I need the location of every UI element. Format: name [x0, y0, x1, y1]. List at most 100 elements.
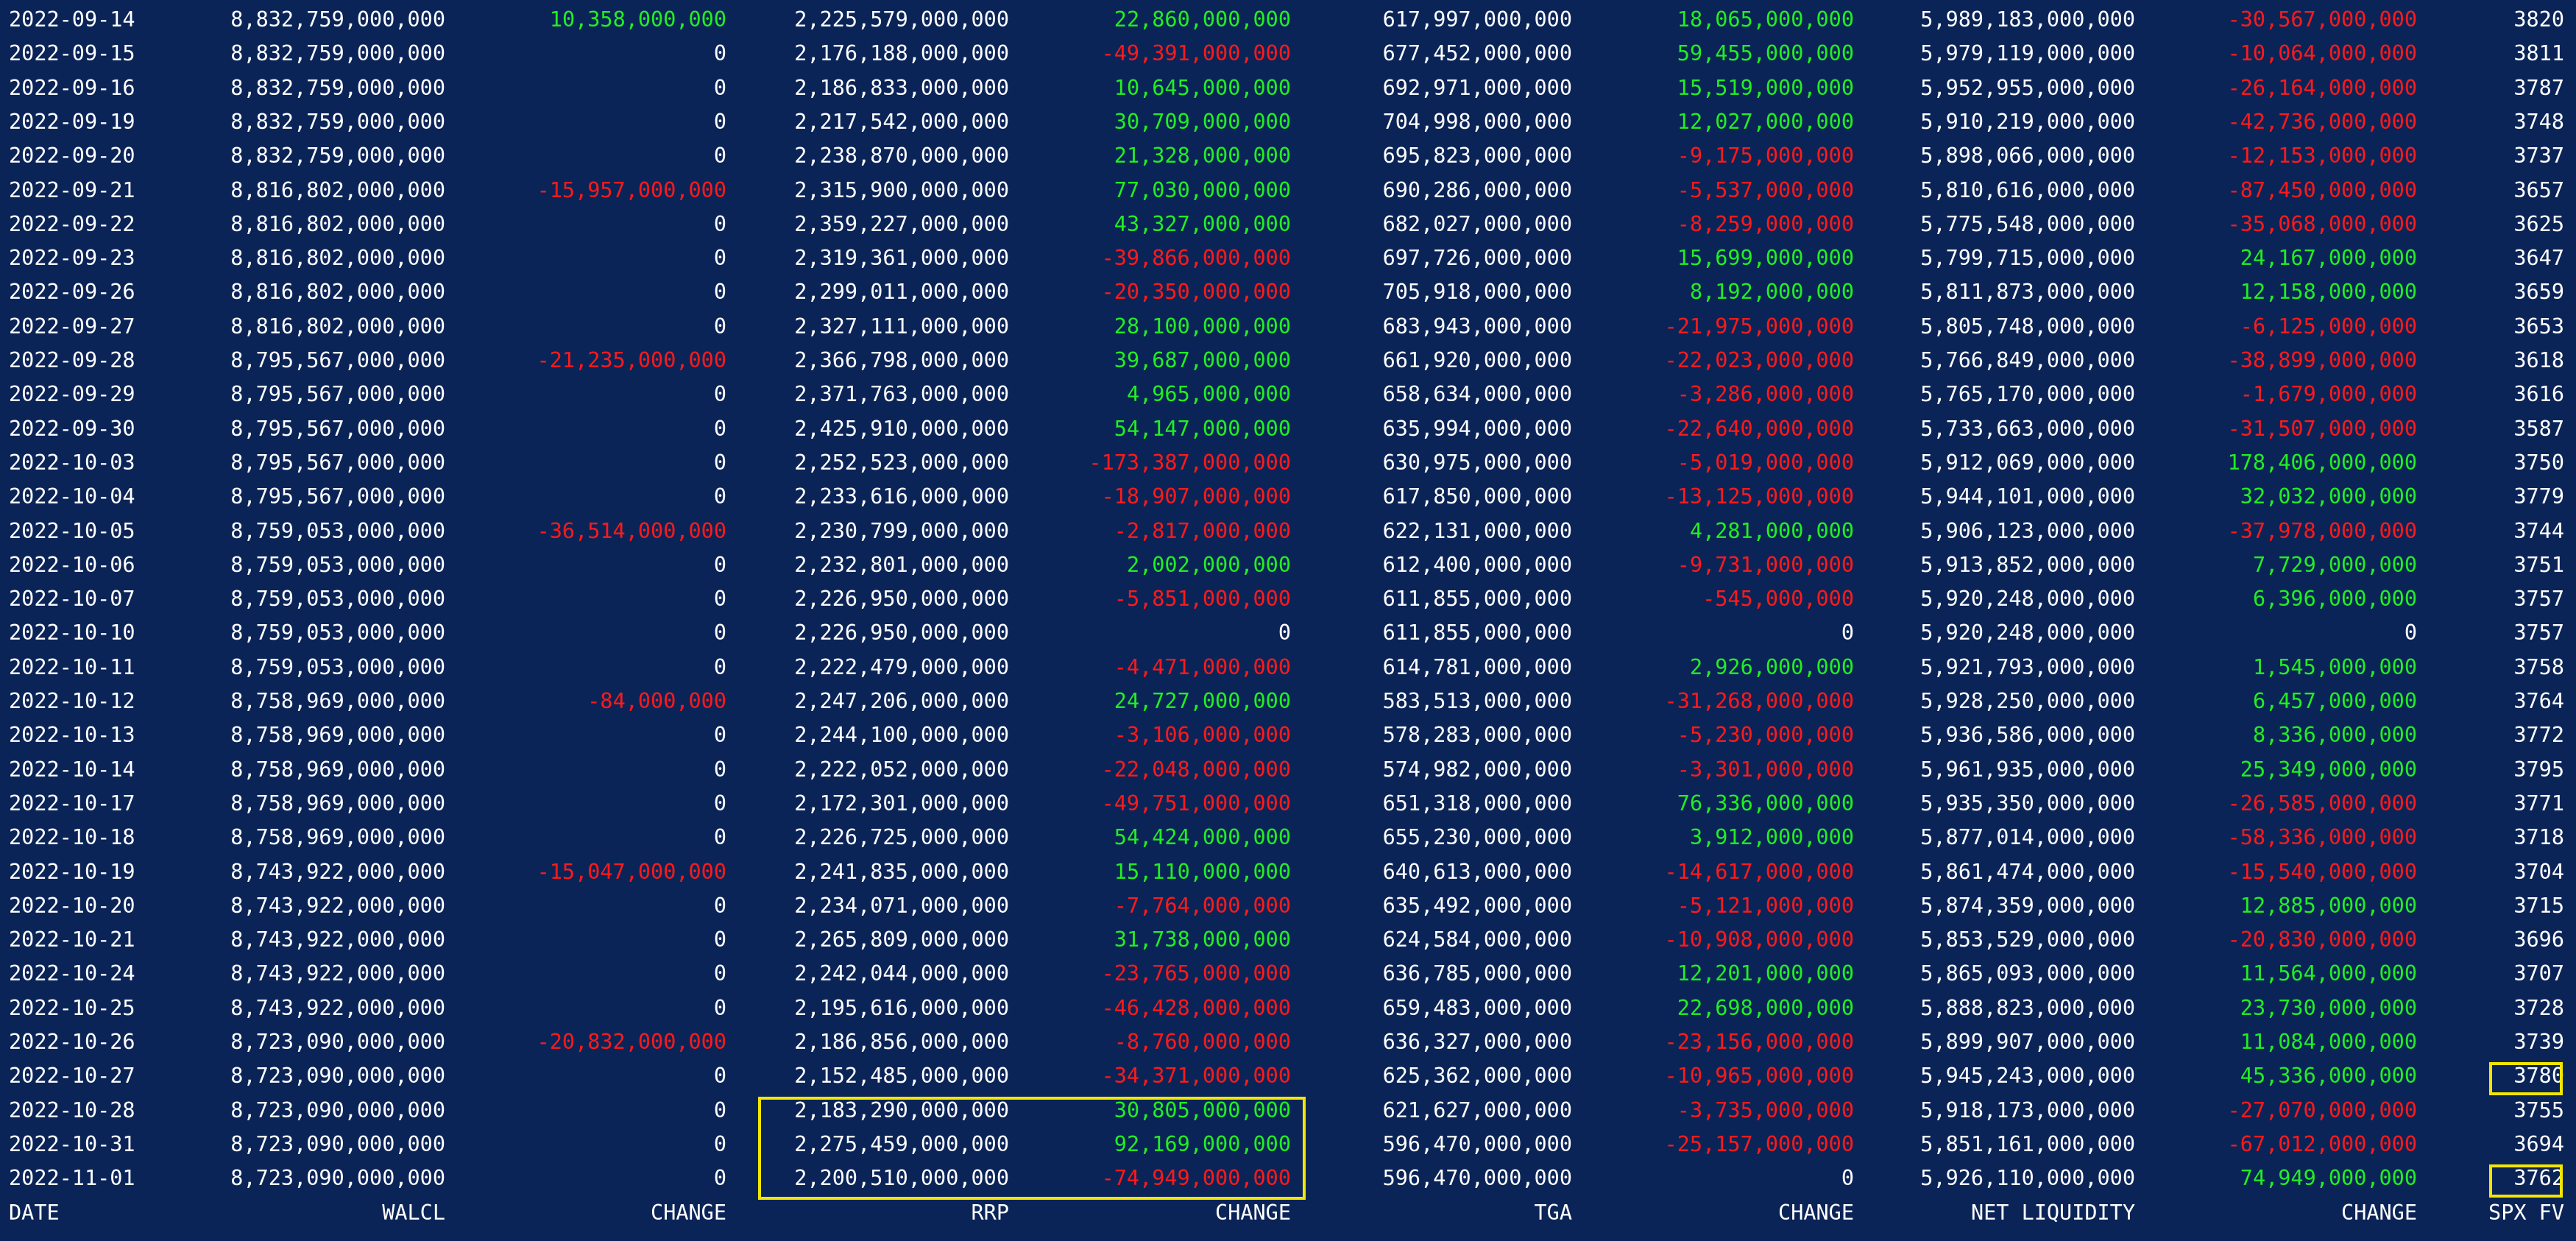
cell-walcl: 8,723,090,000,000: [230, 1166, 445, 1191]
cell-net-liquidity: 5,989,183,000,000: [1920, 7, 2135, 32]
cell-tga-change: 8,192,000,000: [1689, 280, 1854, 305]
cell-rrp: 2,226,725,000,000: [794, 825, 1009, 850]
cell-walcl-change: 10,358,000,000: [549, 7, 726, 32]
cell-walcl: 8,816,802,000,000: [230, 314, 445, 339]
cell-tga-change: 15,519,000,000: [1677, 75, 1854, 100]
cell-net-liquidity-change: 24,167,000,000: [2240, 246, 2417, 271]
cell-walcl: 8,743,922,000,000: [230, 961, 445, 986]
cell-walcl: 8,795,567,000,000: [230, 484, 445, 509]
cell-walcl-change: 0: [713, 450, 726, 475]
cell-tga-change: -22,640,000,000: [1664, 416, 1854, 441]
cell-net-liquidity: 5,898,066,000,000: [1920, 144, 2135, 169]
cell-walcl: 8,723,090,000,000: [230, 1030, 445, 1054]
cell-tga-change: 12,201,000,000: [1677, 961, 1854, 986]
cell-tga-change: -8,259,000,000: [1677, 211, 1854, 236]
cell-spx-fv: 3787: [2513, 75, 2564, 100]
cell-date: 2022-10-24: [9, 961, 135, 986]
cell-tga: 636,785,000,000: [1382, 961, 1572, 986]
cell-rrp: 2,226,950,000,000: [794, 620, 1009, 646]
cell-tga-change: -545,000,000: [1702, 587, 1854, 612]
cell-date: 2022-10-17: [9, 791, 135, 816]
cell-net-liquidity: 5,910,219,000,000: [1920, 109, 2135, 134]
cell-net-liquidity-change: -42,736,000,000: [2227, 109, 2417, 134]
cell-rrp: 2,186,833,000,000: [794, 75, 1009, 100]
cell-rrp: 2,242,044,000,000: [794, 961, 1009, 986]
cell-rrp-change: -8,760,000,000: [1114, 1030, 1291, 1054]
cell-spx-fv: 3755: [2513, 1097, 2564, 1122]
cell-spx-fv: 3744: [2513, 518, 2564, 543]
cell-tga: 622,131,000,000: [1382, 518, 1572, 543]
cell-walcl-change: 0: [713, 587, 726, 612]
cell-rrp-change: 43,327,000,000: [1114, 211, 1291, 236]
cell-tga-change: 18,065,000,000: [1677, 7, 1854, 32]
highlight-box-spx-fv-1027: [2489, 1062, 2563, 1095]
cell-rrp-change: 10,645,000,000: [1114, 75, 1291, 100]
cell-date: 2022-10-28: [9, 1097, 135, 1122]
cell-tga-change: 22,698,000,000: [1677, 995, 1854, 1020]
cell-spx-fv: 3618: [2513, 348, 2564, 372]
cell-tga: 635,492,000,000: [1382, 893, 1572, 918]
cell-rrp: 2,327,111,000,000: [794, 314, 1009, 339]
table-row: 2022-09-19 8,832,759,000,000 0 2,217,542,00…: [0, 105, 2576, 139]
column-header-row: DATE WALCL CHANGE RRP CHANGE TGA CHANGE NET LIQ…: [0, 1196, 2576, 1230]
cell-net-liquidity-change: -30,567,000,000: [2227, 7, 2417, 32]
cell-walcl-change: 0: [713, 791, 726, 816]
cell-net-liquidity: 5,906,123,000,000: [1920, 518, 2135, 543]
cell-net-liquidity-change: -1,679,000,000: [2240, 382, 2417, 407]
column-header-walcl-change: CHANGE: [651, 1200, 726, 1225]
cell-walcl-change: 0: [713, 314, 726, 339]
cell-spx-fv: 3715: [2513, 893, 2564, 918]
cell-date: 2022-10-10: [9, 620, 135, 646]
table-row: 2022-10-27 8,723,090,000,000 0 2,152,485,00…: [0, 1059, 2576, 1093]
cell-walcl-change: 0: [713, 995, 726, 1020]
cell-date: 2022-10-06: [9, 552, 135, 577]
cell-rrp-change: 21,328,000,000: [1114, 144, 1291, 169]
cell-rrp: 2,225,579,000,000: [794, 7, 1009, 32]
cell-date: 2022-10-14: [9, 757, 135, 782]
cell-spx-fv: 3616: [2513, 382, 2564, 407]
highlight-box-spx-fv-1101: [2489, 1164, 2563, 1198]
cell-rrp: 2,299,011,000,000: [794, 280, 1009, 305]
cell-walcl: 8,832,759,000,000: [230, 75, 445, 100]
cell-date: 2022-09-14: [9, 7, 135, 32]
cell-tga: 611,855,000,000: [1382, 620, 1572, 646]
cell-date: 2022-10-31: [9, 1131, 135, 1156]
cell-tga-change: 76,336,000,000: [1677, 791, 1854, 816]
cell-tga-change: -10,908,000,000: [1664, 927, 1854, 952]
cell-walcl-change: 0: [713, 757, 726, 782]
cell-spx-fv: 3758: [2513, 654, 2564, 679]
cell-spx-fv: 3757: [2513, 620, 2564, 646]
cell-net-liquidity: 5,874,359,000,000: [1920, 893, 2135, 918]
cell-tga-change: -3,735,000,000: [1677, 1097, 1854, 1122]
cell-date: 2022-09-30: [9, 416, 135, 441]
cell-net-liquidity-change: -15,540,000,000: [2227, 859, 2417, 884]
cell-tga: 621,627,000,000: [1382, 1097, 1572, 1122]
cell-rrp-change: 0: [1278, 620, 1291, 646]
cell-spx-fv: 3704: [2513, 859, 2564, 884]
cell-net-liquidity: 5,811,873,000,000: [1920, 280, 2135, 305]
cell-rrp: 2,315,900,000,000: [794, 177, 1009, 202]
cell-date: 2022-10-05: [9, 518, 135, 543]
cell-net-liquidity: 5,936,586,000,000: [1920, 723, 2135, 748]
column-header-tga-change: CHANGE: [1778, 1200, 1854, 1225]
table-row: 2022-09-16 8,832,759,000,000 0 2,186,833,00…: [0, 71, 2576, 105]
cell-tga-change: 12,027,000,000: [1677, 109, 1854, 134]
cell-tga: 659,483,000,000: [1382, 995, 1572, 1020]
cell-net-liquidity: 5,913,852,000,000: [1920, 552, 2135, 577]
cell-walcl: 8,816,802,000,000: [230, 246, 445, 271]
cell-date: 2022-10-07: [9, 587, 135, 612]
cell-walcl: 8,816,802,000,000: [230, 211, 445, 236]
cell-tga: 682,027,000,000: [1382, 211, 1572, 236]
table-row: 2022-10-25 8,743,922,000,000 0 2,195,616,00…: [0, 991, 2576, 1025]
cell-walcl-change: 0: [713, 893, 726, 918]
cell-walcl: 8,723,090,000,000: [230, 1131, 445, 1156]
cell-net-liquidity-change: -38,899,000,000: [2227, 348, 2417, 372]
cell-net-liquidity-change: 1,545,000,000: [2252, 654, 2417, 679]
cell-date: 2022-10-21: [9, 927, 135, 952]
cell-spx-fv: 3779: [2513, 484, 2564, 509]
cell-net-liquidity-change: 178,406,000,000: [2227, 450, 2417, 475]
cell-walcl-change: -15,047,000,000: [537, 859, 726, 884]
cell-tga: 612,400,000,000: [1382, 552, 1572, 577]
cell-tga-change: -3,286,000,000: [1677, 382, 1854, 407]
cell-net-liquidity-change: -26,585,000,000: [2227, 791, 2417, 816]
